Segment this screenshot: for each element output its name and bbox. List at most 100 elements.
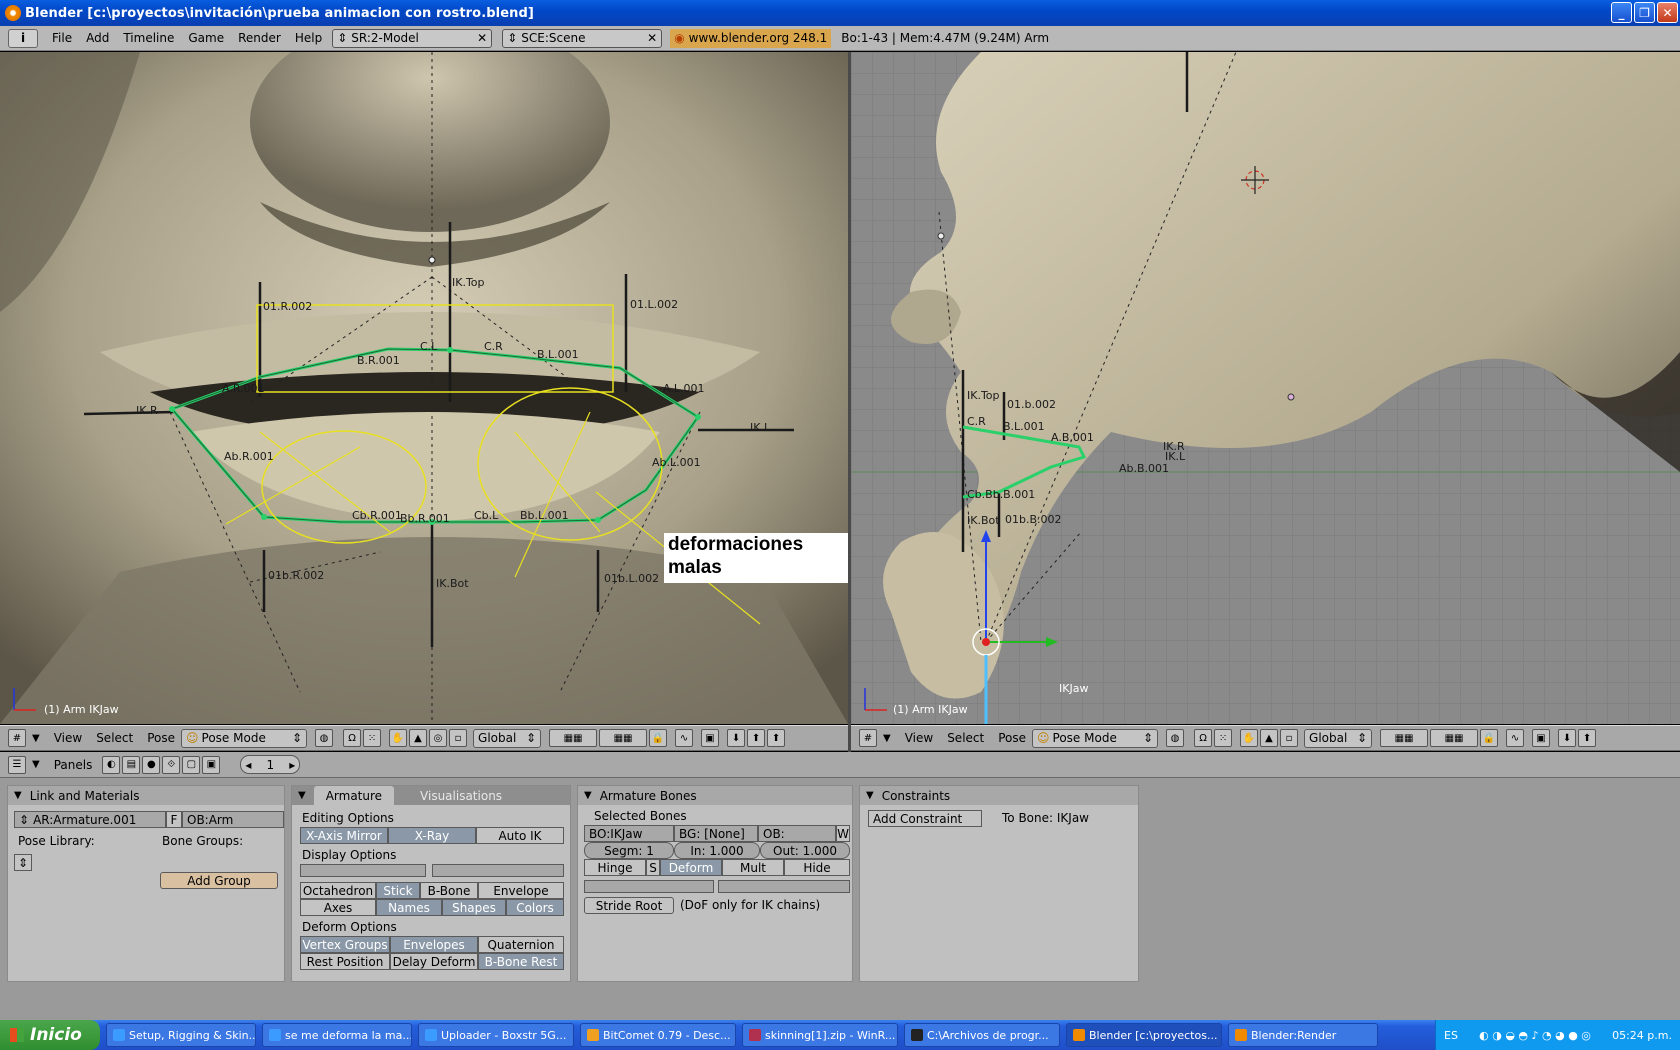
rotate-icon[interactable]: ◎ — [429, 729, 448, 747]
editor-type-icon[interactable]: ☰ — [8, 755, 26, 774]
collapse-triangle-icon[interactable]: ▼ — [298, 790, 306, 801]
task-bitcomet[interactable]: BitComet 0.79 - Desc... — [580, 1023, 736, 1047]
copy-pose-icon[interactable]: ⬇ — [1558, 729, 1577, 747]
panels-menu[interactable]: Panels — [54, 758, 93, 772]
vertex-groups-toggle[interactable]: Vertex Groups — [300, 936, 390, 953]
editing-context-icon[interactable]: ▢ — [182, 755, 201, 774]
bone-layers-b[interactable] — [718, 880, 850, 893]
fake-user-button[interactable]: F — [166, 811, 182, 828]
task-blender-render[interactable]: Blender:Render — [1228, 1023, 1378, 1047]
lock-icon[interactable]: 🔒 — [1480, 729, 1499, 747]
shapes-toggle[interactable]: Shapes — [442, 899, 506, 916]
shading-context-icon[interactable]: ● — [142, 755, 161, 774]
x-ray-toggle[interactable]: X-Ray — [388, 827, 476, 844]
paste-pose-icon[interactable]: ⬆ — [1578, 729, 1597, 747]
hand-icon[interactable]: ✋ — [389, 729, 408, 747]
paste-flipped-icon[interactable]: ⬆ — [767, 729, 786, 747]
stick-toggle[interactable]: Stick — [376, 882, 420, 899]
bone-layers-a[interactable] — [584, 880, 714, 893]
snap-icon[interactable]: ∿ — [675, 729, 694, 747]
scene-context-icon[interactable]: ▣ — [202, 755, 221, 774]
layer-icon[interactable]: ⁙ — [363, 729, 382, 747]
envelopes-toggle[interactable]: Envelopes — [390, 936, 478, 953]
orientation-dropdown[interactable]: Global ⇕ — [1304, 728, 1373, 748]
pivot-icon[interactable]: Ω — [343, 729, 362, 747]
snap-icon[interactable]: ∿ — [1506, 729, 1525, 747]
ease-out-field[interactable]: Out: 1.000 — [760, 842, 850, 859]
frame-number-field[interactable]: ◂ 1 ▸ — [240, 755, 301, 774]
x-axis-mirror-toggle[interactable]: X-Axis Mirror — [300, 827, 388, 844]
close-button[interactable]: ✕ — [1657, 2, 1678, 23]
collapse-triangle-icon[interactable]: ▼ — [14, 790, 22, 801]
hide-toggle[interactable]: Hide — [784, 859, 850, 876]
logic-context-icon[interactable]: ◐ — [102, 755, 121, 774]
tray-icons[interactable]: ◐ ◑ ◒ ◓ ♪ ◔ ◕ ● ◎ — [1479, 1029, 1591, 1042]
bone-name-field[interactable]: BO:IKJaw — [584, 825, 674, 842]
scale-icon[interactable]: ▫ — [1280, 729, 1299, 747]
auto-ik-toggle[interactable]: Auto IK — [476, 827, 564, 844]
rest-position-toggle[interactable]: Rest Position — [300, 953, 390, 970]
task-ie-setup[interactable]: Setup, Rigging & Skin... — [106, 1023, 256, 1047]
bone-group-dropdown[interactable]: BG: [None] — [674, 825, 758, 842]
delete-scene-icon[interactable]: ✕ — [647, 31, 657, 45]
layer-buttons-a[interactable] — [300, 864, 426, 877]
script-context-icon[interactable]: ▤ — [122, 755, 141, 774]
task-cmd[interactable]: C:\Archivos de progr... — [904, 1023, 1060, 1047]
menu-file[interactable]: File — [52, 31, 72, 45]
layers-a-icon[interactable]: ▦▦ — [1380, 729, 1429, 747]
task-ie-uploader[interactable]: Uploader - Boxstr 5G... — [418, 1023, 574, 1047]
segments-field[interactable]: Segm: 1 — [584, 842, 674, 859]
info-window-type-icon[interactable]: i — [8, 28, 38, 48]
draw-type-icon[interactable]: ◍ — [1166, 729, 1185, 747]
menu-timeline[interactable]: Timeline — [123, 31, 174, 45]
layers-b-icon[interactable]: ▦▦ — [599, 729, 648, 747]
mode-dropdown[interactable]: ☺ Pose Mode ⇕ — [1032, 728, 1159, 748]
collapse-menu-icon[interactable]: ▼ — [32, 733, 40, 744]
pose-library-dropdown[interactable]: ⇕ — [14, 854, 32, 871]
select-menu[interactable]: Select — [96, 731, 133, 745]
menu-render[interactable]: Render — [238, 31, 281, 45]
select-menu[interactable]: Select — [947, 731, 984, 745]
pivot-icon[interactable]: Ω — [1194, 729, 1213, 747]
task-ie-forum[interactable]: se me deforma la ma... — [262, 1023, 412, 1047]
delay-deform-toggle[interactable]: Delay Deform — [390, 953, 478, 970]
deform-toggle[interactable]: Deform — [660, 859, 722, 876]
bone-object-field[interactable]: OB: — [758, 825, 836, 842]
menu-add[interactable]: Add — [86, 31, 109, 45]
collapse-menu-icon[interactable]: ▼ — [32, 759, 40, 770]
b-bone-toggle[interactable]: B-Bone — [420, 882, 478, 899]
translate-icon[interactable]: ▲ — [409, 729, 428, 747]
paste-pose-icon[interactable]: ⬆ — [747, 729, 766, 747]
draw-type-icon[interactable]: ◍ — [315, 729, 334, 747]
start-button[interactable]: Inicio — [0, 1020, 100, 1050]
restore-button[interactable]: ❐ — [1634, 2, 1655, 23]
armature-data-field[interactable]: ⇕ AR:Armature.001 — [14, 811, 166, 828]
translate-icon[interactable]: ▲ — [1260, 729, 1279, 747]
collapse-menu-icon[interactable]: ▼ — [883, 733, 891, 744]
w-button[interactable]: W — [836, 825, 850, 842]
add-constraint-button[interactable]: Add Constraint — [868, 810, 982, 827]
quaternion-toggle[interactable]: Quaternion — [478, 936, 564, 953]
view-menu[interactable]: View — [54, 731, 82, 745]
axes-toggle[interactable]: Axes — [300, 899, 376, 916]
s-toggle[interactable]: S — [646, 859, 660, 876]
task-blender[interactable]: Blender [c:\proyectos... — [1066, 1023, 1222, 1047]
copy-pose-icon[interactable]: ⬇ — [727, 729, 746, 747]
menu-help[interactable]: Help — [295, 31, 322, 45]
object-name-field[interactable]: OB:Arm — [182, 811, 284, 828]
envelope-toggle[interactable]: Envelope — [478, 882, 564, 899]
octahedron-toggle[interactable]: Octahedron — [300, 882, 376, 899]
colors-toggle[interactable]: Colors — [506, 899, 564, 916]
orientation-dropdown[interactable]: Global ⇕ — [473, 728, 542, 748]
mult-toggle[interactable]: Mult — [722, 859, 784, 876]
layer-buttons-b[interactable] — [432, 864, 564, 877]
view-menu[interactable]: View — [905, 731, 933, 745]
editor-type-icon[interactable]: # — [859, 729, 877, 747]
hand-icon[interactable]: ✋ — [1240, 729, 1259, 747]
layer-icon[interactable]: ⁙ — [1214, 729, 1233, 747]
menu-game[interactable]: Game — [188, 31, 224, 45]
render-preview-icon[interactable]: ▣ — [701, 729, 720, 747]
editor-type-icon[interactable]: # — [8, 729, 26, 747]
tab-visualisations[interactable]: Visualisations — [408, 786, 515, 805]
viewport-side[interactable]: IK.Top 01.b.002 C.R B.L.001 A.B.001 IK.R… — [851, 52, 1680, 724]
